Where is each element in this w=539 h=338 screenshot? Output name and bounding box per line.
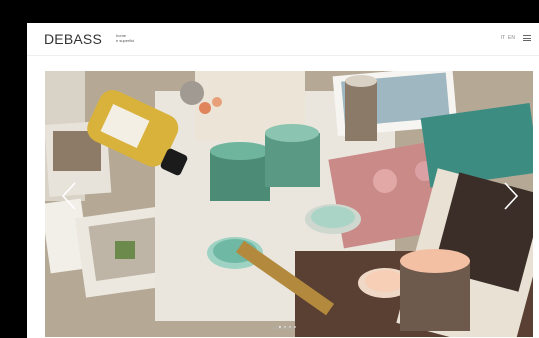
site-header: DEBASS home e superfici IT EN — [27, 23, 539, 56]
chevron-right-icon — [504, 182, 519, 210]
scroll-caption: scroll down — [272, 325, 293, 330]
web-page: DEBASS home e superfici IT EN scroll dow… — [27, 23, 539, 338]
language-switcher: IT EN — [501, 35, 515, 41]
brand-tagline: home e superfici — [116, 33, 146, 43]
hamburger-icon[interactable] — [523, 35, 531, 41]
screen: DEBASS home e superfici IT EN scroll dow… — [0, 0, 539, 338]
hero-slider — [45, 71, 533, 337]
prev-slide-button[interactable] — [57, 179, 81, 213]
brand-logo[interactable]: DEBASS — [44, 32, 102, 46]
tagline-line-2: e superfici — [116, 38, 135, 43]
lang-current[interactable]: IT — [501, 35, 505, 41]
chevron-left-icon — [61, 182, 76, 210]
hero-image — [45, 71, 533, 337]
lang-other[interactable]: EN — [508, 35, 515, 41]
next-slide-button[interactable] — [499, 179, 523, 213]
